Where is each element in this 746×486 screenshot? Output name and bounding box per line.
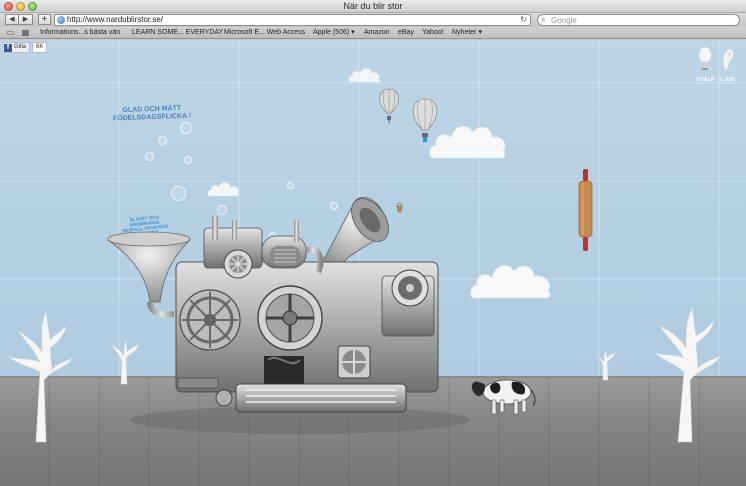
bookmarks-bar: ▭ ▦ Informations...s bästa vän LEARN SOM…	[0, 27, 746, 39]
bookmark-item[interactable]: eBay	[398, 27, 414, 38]
page-viewport: f Gilla 6K HJÄLP LJUD GLAD OCH MÄTT FÖDE…	[0, 40, 746, 486]
bookmark-item[interactable]: LEARN SOME... EVERYDAY	[132, 27, 223, 38]
bookmark-item[interactable]: Amazon	[364, 27, 390, 38]
bookmark-item[interactable]: Apple (506) ▾	[313, 27, 355, 38]
back-button[interactable]: ◀	[5, 14, 19, 25]
book-icon[interactable]: ▭	[5, 28, 16, 37]
grid-icon[interactable]: ▦	[20, 28, 31, 37]
white-tree-small	[111, 339, 139, 385]
gramophone-horn-right	[321, 197, 389, 273]
globe-icon	[57, 16, 65, 24]
bookmark-item[interactable]: Nyheter ▾	[452, 27, 482, 38]
white-tree-right	[653, 307, 721, 443]
window-titlebar: När du blir stor	[0, 0, 746, 13]
search-field[interactable]: ⌕	[537, 14, 740, 26]
fan-dial-top	[223, 249, 253, 279]
speaker-grill	[270, 246, 300, 266]
url-text: http://www.nardublirstor.se/	[67, 15, 164, 24]
search-icon: ⌕	[541, 15, 546, 24]
turbine-right	[391, 269, 429, 307]
central-wheel	[257, 285, 323, 351]
white-tree-tiny	[595, 349, 616, 381]
black-pipes	[264, 356, 304, 384]
forward-button[interactable]: ▶	[19, 14, 33, 25]
scene-illustration	[7, 197, 721, 443]
search-input[interactable]	[551, 15, 731, 25]
cow-figurine	[471, 379, 536, 415]
square-fan	[337, 345, 371, 379]
bookmark-item[interactable]: Microsoft E... Web Access	[224, 27, 305, 38]
bookmark-item[interactable]: Yahoo!	[422, 27, 444, 38]
window-title: När du blir stor	[343, 1, 403, 11]
nav-buttons: ◀ ▶	[5, 14, 33, 25]
large-gear-left	[179, 289, 241, 351]
bookmark-item[interactable]: Informations...s bästa vän	[40, 27, 120, 38]
add-bookmark-button[interactable]: +	[38, 14, 51, 25]
address-bar[interactable]: http://www.nardublirstor.se/ ↻	[54, 14, 531, 26]
browser-toolbar: ◀ ▶ + http://www.nardublirstor.se/ ↻ ⌕	[0, 13, 746, 27]
white-tree-left	[7, 311, 73, 443]
reload-icon[interactable]: ↻	[520, 15, 527, 25]
